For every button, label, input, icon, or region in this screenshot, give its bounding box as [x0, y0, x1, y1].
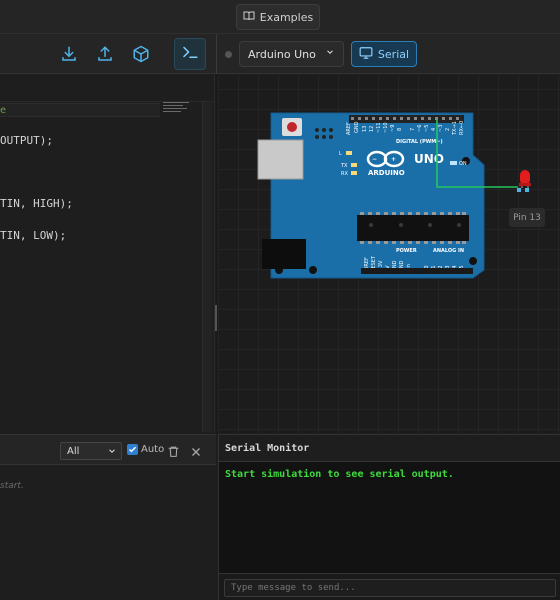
status-dot [225, 51, 232, 58]
arduino-board-diagram: AREF GND 13 12 ~11 ~10 ~9 8 7 ~6 ~5 4 ~3… [257, 112, 531, 279]
reset-button-cap [287, 122, 297, 132]
serial-button[interactable]: Serial [351, 41, 417, 67]
board-select[interactable]: Arduino Uno [239, 41, 344, 67]
pin-label-aref: AREF [346, 122, 352, 135]
download-icon[interactable] [56, 41, 82, 67]
svg-text:−: − [372, 156, 377, 163]
pin-label-4: 4 [431, 128, 437, 131]
chip-dot [428, 223, 432, 227]
led-label-rx: RX [341, 171, 348, 177]
pin-label-rx: RX←0 [459, 121, 465, 135]
serial-monitor-title: Serial Monitor [225, 443, 310, 454]
book-icon [243, 10, 255, 25]
chevron-down-icon [107, 446, 117, 459]
pin-label-5: ~5 [424, 125, 430, 132]
pin-label-8: 8 [397, 128, 403, 131]
auto-scroll-checkbox[interactable] [127, 444, 138, 455]
pin-label-10: ~10 [383, 122, 389, 133]
box-icon[interactable] [128, 41, 154, 67]
microcontroller-chip [357, 215, 469, 241]
terminal-icon [181, 43, 199, 65]
chevron-down-icon [325, 47, 335, 60]
pin-tooltip: Pin 13 [509, 208, 545, 227]
trash-icon[interactable] [167, 443, 181, 457]
pin-label-gnd: GND [354, 121, 360, 133]
pin-label-9: ~9 [390, 125, 396, 132]
toolbar: Arduino Uno Serial [0, 34, 560, 74]
app-root: Examples Arduino Uno Serial e OUTPUT); T… [0, 0, 560, 600]
pin-label-tx: TX→1 [452, 121, 458, 136]
pin-label-12: 12 [369, 126, 375, 132]
serial-monitor: Serial Monitor Start simulation to see s… [218, 434, 560, 600]
monitor-icon [359, 46, 373, 63]
log-filter-value: All [67, 445, 80, 457]
led-component[interactable] [517, 170, 531, 192]
pin-label-2: 2 [445, 128, 451, 131]
code-comment: e [0, 105, 7, 116]
chip-dot [369, 223, 373, 227]
power-header-label: POWER [396, 248, 417, 254]
console-header: All Auto [0, 435, 216, 465]
chip-dot [399, 223, 403, 227]
editor-minimap[interactable] [163, 102, 193, 118]
power-analog-header [361, 268, 473, 274]
serial-message-input[interactable] [224, 579, 556, 597]
led-label-l: L [339, 151, 342, 157]
log-filter-select[interactable]: All [60, 442, 122, 460]
led-rx [351, 171, 357, 175]
board-name-label: ARDUINO [368, 169, 405, 177]
board-model-label: UNO [414, 152, 444, 166]
code-line: TIN, LOW); [0, 229, 67, 242]
board-select-value: Arduino Uno [248, 47, 316, 61]
simulator-canvas[interactable]: AREF GND 13 12 ~11 ~10 ~9 8 7 ~6 ~5 4 ~3… [218, 75, 560, 433]
examples-label: Examples [259, 10, 314, 24]
mount-hole [469, 257, 477, 265]
top-bar: Examples [0, 0, 560, 34]
code-editor[interactable]: e OUTPUT); TIN, HIGH); TIN, LOW); [0, 75, 214, 433]
output-console: All Auto start. [0, 434, 216, 600]
pin-label-3: ~3 [438, 125, 444, 132]
serial-output-text: Start simulation to see serial output. [225, 469, 454, 480]
chip-dot [457, 223, 461, 227]
editor-scrollbar[interactable] [202, 102, 212, 432]
led-label-on: ON [459, 161, 467, 167]
terminal-button[interactable] [174, 38, 206, 70]
upload-icon[interactable] [92, 41, 118, 67]
mount-hole [309, 266, 317, 274]
analog-header-label: ANALOG IN [433, 248, 464, 254]
close-icon[interactable] [190, 443, 204, 457]
serial-input-row [219, 573, 560, 600]
pin-label-7: 7 [410, 128, 416, 131]
code-line: OUTPUT); [0, 134, 53, 147]
serial-monitor-header: Serial Monitor [219, 435, 560, 462]
examples-button[interactable]: Examples [236, 4, 320, 30]
auto-scroll-label: Auto [141, 444, 165, 455]
pin-label-11: ~11 [376, 122, 382, 133]
splitter-grip[interactable] [215, 305, 217, 331]
code-line: TIN, HIGH); [0, 197, 73, 210]
power-jack [262, 239, 306, 269]
led-tx [351, 163, 357, 167]
toolbar-divider [216, 34, 217, 74]
svg-text:+: + [391, 156, 396, 163]
serial-button-label: Serial [377, 47, 410, 61]
led-l [346, 151, 352, 155]
digital-header-label: DIGITAL (PWM~) [396, 139, 443, 145]
usb-port [257, 139, 304, 180]
console-hint-text: start. [0, 481, 24, 491]
led-on [450, 161, 457, 165]
current-line-highlight [0, 103, 160, 117]
pin-label-6: ~6 [417, 125, 423, 132]
led-label-tx: TX [340, 163, 348, 169]
pin-label-13: 13 [362, 126, 368, 132]
editor-subheader [0, 75, 214, 102]
